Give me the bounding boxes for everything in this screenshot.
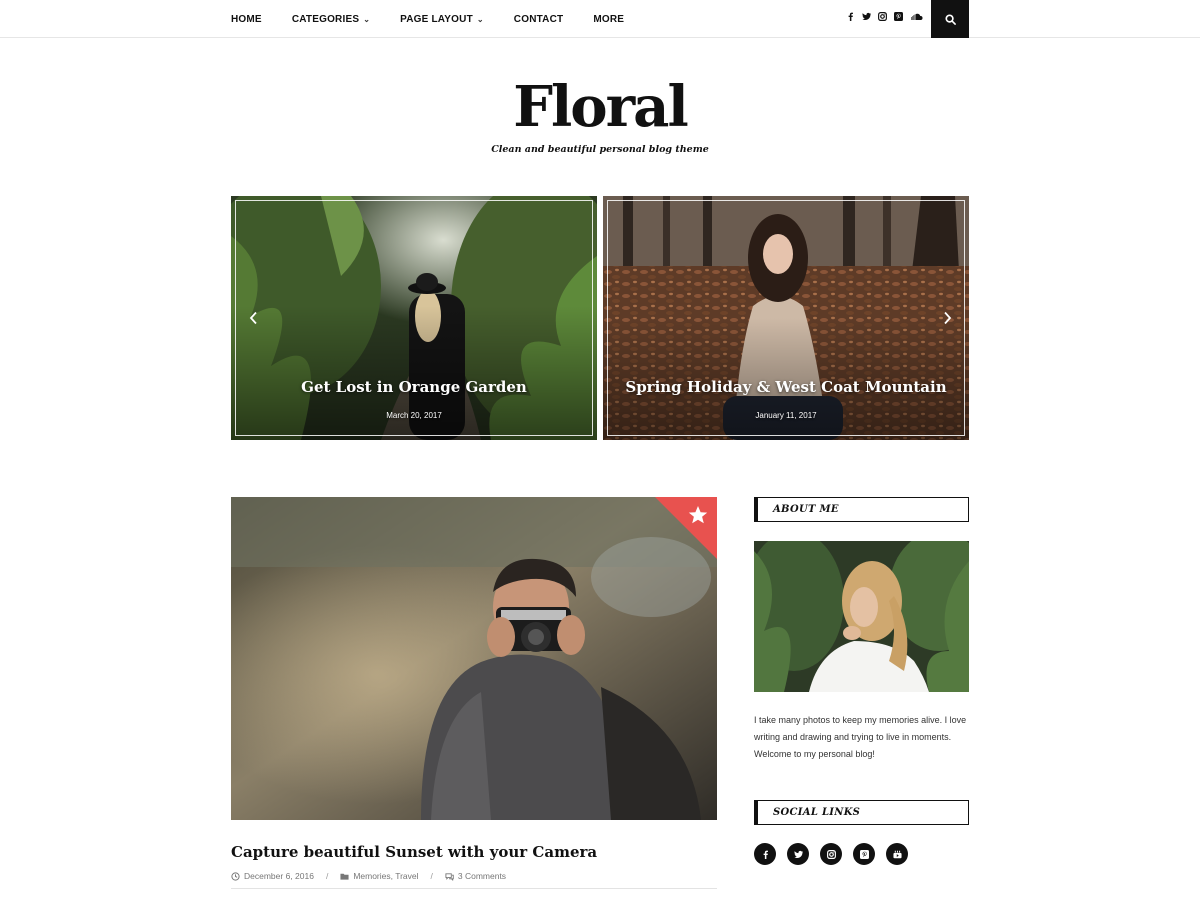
twitter-icon[interactable] <box>787 843 809 865</box>
instagram-icon[interactable] <box>820 843 842 865</box>
about-me-text: I take many photos to keep my memories a… <box>754 715 967 759</box>
nav-item-contact[interactable]: CONTACT <box>514 14 564 25</box>
twitter-icon[interactable] <box>862 12 871 21</box>
nav-item-more[interactable]: MORE <box>593 14 624 25</box>
slide-date: January 11, 2017 <box>755 411 817 420</box>
facebook-icon[interactable] <box>754 843 776 865</box>
site-logo[interactable]: Floral <box>0 72 1200 142</box>
social-links-heading: SOCIAL LINKS <box>754 800 969 825</box>
post-date: December 6, 2016 <box>244 871 314 881</box>
post-title[interactable]: Capture beautiful Sunset with your Camer… <box>231 843 597 861</box>
post-meta: December 6, 2016 / Memories, Travel / 3 … <box>231 871 506 881</box>
widget-title: ABOUT ME <box>773 504 839 515</box>
widget-title: SOCIAL LINKS <box>773 807 861 818</box>
about-me-photo <box>754 541 969 692</box>
social-links <box>754 843 908 865</box>
meta-separator: / <box>325 871 329 881</box>
chevron-left-icon <box>249 311 257 325</box>
post-categories[interactable]: Memories, Travel <box>353 871 418 881</box>
chevron-right-icon <box>943 311 951 325</box>
post-divider <box>231 888 717 889</box>
soundcloud-icon[interactable] <box>910 12 923 21</box>
slide-title[interactable]: Spring Holiday & West Coat Mountain <box>603 378 969 396</box>
meta-separator: / <box>430 871 433 881</box>
nav-item-categories[interactable]: CATEGORIES ⌄ <box>292 14 370 25</box>
pinterest-icon[interactable] <box>894 12 903 21</box>
slider-prev-button[interactable] <box>246 309 260 327</box>
instagram-icon[interactable] <box>878 12 887 21</box>
pinterest-icon[interactable] <box>853 843 875 865</box>
site-tagline: Clean and beautiful personal blog theme <box>491 144 709 155</box>
chevron-down-icon: ⌄ <box>476 14 484 24</box>
top-navigation-bar: HOME CATEGORIES ⌄ PAGE LAYOUT ⌄ CONTACT … <box>0 0 1200 38</box>
nav-label: HOME <box>231 13 262 25</box>
chevron-down-icon: ⌄ <box>363 14 371 24</box>
header-social-links <box>846 12 923 21</box>
nav-label: CONTACT <box>513 13 564 25</box>
slide-frame <box>607 200 965 436</box>
comments-icon <box>445 872 454 881</box>
slide-date: March 20, 2017 <box>386 411 442 420</box>
search-icon <box>944 13 956 25</box>
youtube-icon[interactable] <box>886 843 908 865</box>
post-comments-link[interactable]: 3 Comments <box>458 871 506 881</box>
nav-item-page-layout[interactable]: PAGE LAYOUT ⌄ <box>400 14 484 25</box>
nav-label: CATEGORIES <box>291 13 360 25</box>
slide-image[interactable] <box>603 196 969 440</box>
slide-image[interactable] <box>231 196 597 440</box>
nav-label: PAGE LAYOUT <box>400 13 473 25</box>
clock-icon <box>231 871 240 881</box>
slider-next-button[interactable] <box>940 309 954 327</box>
search-button[interactable] <box>931 0 969 38</box>
slide-frame <box>235 200 593 436</box>
about-me-heading: ABOUT ME <box>754 497 969 522</box>
slide-title[interactable]: Get Lost in Orange Garden <box>231 378 597 396</box>
facebook-icon[interactable] <box>846 12 855 21</box>
post-featured-image[interactable] <box>231 497 717 820</box>
folder-icon <box>340 872 349 881</box>
nav-item-home[interactable]: HOME <box>231 14 262 25</box>
nav-label: MORE <box>593 13 625 25</box>
main-menu: HOME CATEGORIES ⌄ PAGE LAYOUT ⌄ CONTACT … <box>231 0 654 38</box>
